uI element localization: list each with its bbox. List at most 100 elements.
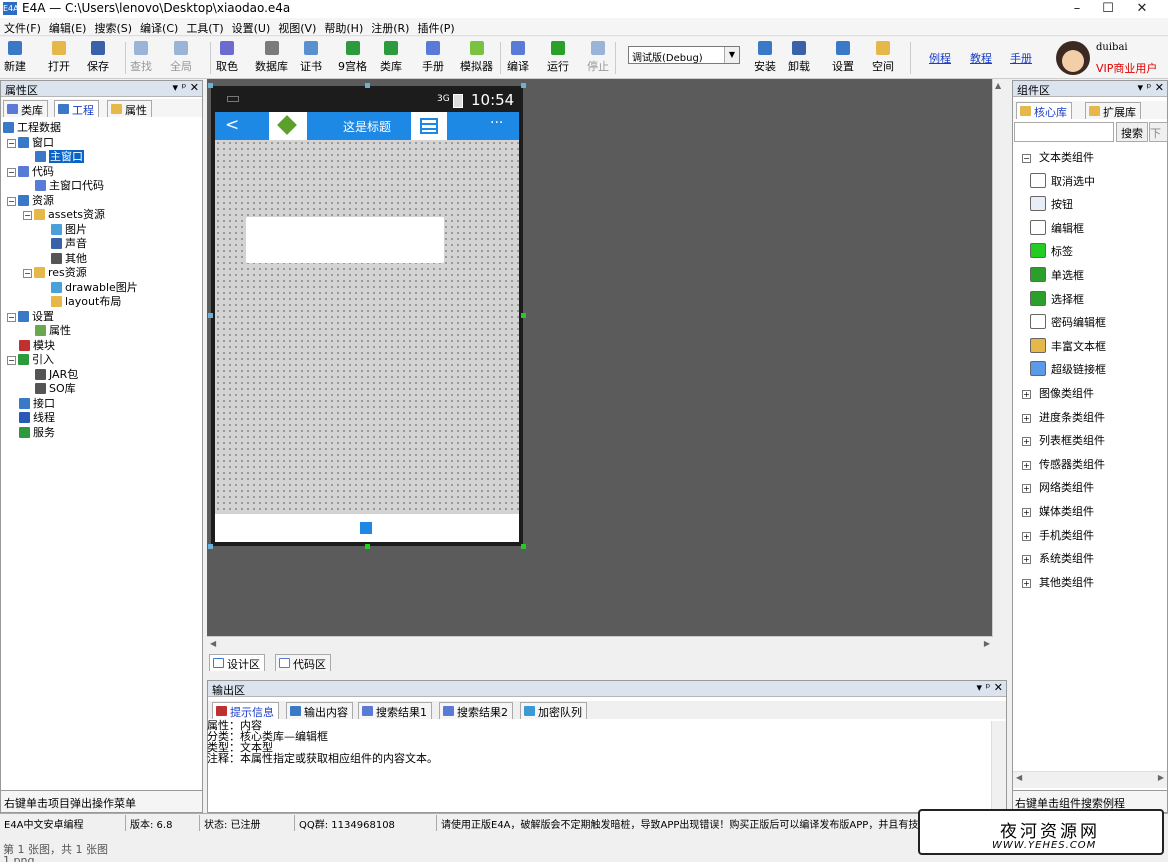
menu-item[interactable]: 帮助(H)	[320, 18, 367, 36]
resize-handle[interactable]	[365, 544, 370, 549]
toolbar-button-10[interactable]: 手册	[422, 40, 444, 76]
chevron-right-icon[interactable]: ▶	[984, 639, 990, 648]
component-group[interactable]: + 网络类组件	[1022, 476, 1094, 496]
component-group[interactable]: + 媒体类组件	[1022, 500, 1094, 520]
menu-item[interactable]: 工具(T)	[182, 18, 227, 36]
panel-controls[interactable]: ▾ ᵖ ✕	[173, 81, 199, 94]
tree-item[interactable]: − res资源	[23, 266, 87, 280]
expand-toggle-icon[interactable]: +	[1022, 578, 1031, 588]
component-group[interactable]: + 图像类组件	[1022, 382, 1094, 402]
tree-item[interactable]: − 引入	[7, 353, 54, 367]
tree-item[interactable]: − 代码	[7, 165, 54, 179]
chevron-left-icon[interactable]: ◀	[1016, 773, 1022, 782]
expand-toggle-icon[interactable]: +	[1022, 508, 1031, 517]
back-arrow-icon[interactable]: <	[225, 115, 239, 135]
component-group[interactable]: + 进度条类组件	[1022, 406, 1105, 426]
toolbar-button-3[interactable]: 查找	[130, 40, 152, 76]
resize-handle[interactable]	[208, 544, 213, 549]
expand-toggle-icon[interactable]: −	[7, 196, 16, 206]
component-item[interactable]: 超级链接框	[1030, 358, 1106, 378]
toolbar-button-15[interactable]: 安装	[754, 40, 776, 76]
tab-properties[interactable]: 属性	[107, 100, 152, 117]
more-icon[interactable]: ···	[490, 115, 503, 131]
toolbar-button-5[interactable]: 取色	[216, 40, 238, 76]
component-item[interactable]: 标签	[1030, 240, 1073, 260]
toolbar-button-11[interactable]: 模拟器	[460, 40, 493, 76]
expand-toggle-icon[interactable]: −	[7, 312, 16, 322]
tree-item[interactable]: 线程	[19, 411, 55, 425]
tab-output-content[interactable]: 输出内容	[286, 702, 353, 719]
menu-item[interactable]: 设置(U)	[228, 18, 275, 36]
component-item[interactable]: 密码编辑框	[1030, 311, 1106, 331]
search-button[interactable]: 搜索	[1116, 122, 1148, 142]
chevron-down-icon[interactable]: ▼	[724, 47, 739, 63]
tab-design[interactable]: 设计区	[209, 654, 265, 671]
resize-handle[interactable]	[208, 313, 213, 318]
expand-toggle-icon[interactable]: −	[7, 167, 16, 177]
menu-item[interactable]: 编译(C)	[136, 18, 182, 36]
expand-toggle-icon[interactable]: +	[1022, 555, 1031, 565]
component-group[interactable]: + 系统类组件	[1022, 547, 1094, 567]
tree-item[interactable]: 图片	[51, 223, 87, 237]
menu-item[interactable]: 编辑(E)	[45, 18, 91, 36]
toolbar-button-6[interactable]: 数据库	[255, 40, 288, 76]
link-tutorials[interactable]: 教程	[970, 50, 992, 66]
toolbar-button-9[interactable]: 类库	[380, 40, 402, 76]
avatar[interactable]	[1056, 41, 1090, 75]
resize-handle[interactable]	[521, 83, 526, 88]
panel-controls[interactable]: ▾ ᵖ ✕	[977, 681, 1003, 694]
menu-item[interactable]: 搜索(S)	[90, 18, 136, 36]
list-menu-icon[interactable]	[411, 112, 447, 140]
toolbar-button-8[interactable]: 9宫格	[338, 40, 367, 76]
resize-handle[interactable]	[521, 544, 526, 549]
component-group[interactable]: + 其他类组件	[1022, 571, 1094, 591]
resize-handle[interactable]	[365, 83, 370, 88]
menu-item[interactable]: 插件(P)	[413, 18, 458, 36]
tree-item[interactable]: 服务	[19, 426, 55, 440]
grid-app-icon[interactable]	[359, 521, 373, 535]
component-group[interactable]: + 手机类组件	[1022, 524, 1094, 544]
toolbar-button-13[interactable]: 运行	[547, 40, 569, 76]
component-group[interactable]: − 文本类组件	[1022, 146, 1094, 166]
tab-encrypt-queue[interactable]: 加密队列	[520, 702, 587, 719]
tree-item[interactable]: layout布局	[51, 295, 121, 309]
expand-toggle-icon[interactable]: −	[1022, 154, 1031, 163]
toolbar-button-18[interactable]: 空间	[872, 40, 894, 76]
panel-controls[interactable]: ▾ ᵖ ✕	[1138, 81, 1164, 94]
tab-class-library[interactable]: 类库	[3, 100, 48, 117]
tree-item[interactable]: − assets资源	[23, 208, 105, 222]
tab-project[interactable]: 工程	[54, 100, 99, 117]
tree-item[interactable]: 属性	[35, 324, 71, 338]
component-group[interactable]: + 列表框类组件	[1022, 429, 1105, 449]
toolbar-button-17[interactable]: 设置	[832, 40, 854, 76]
resize-handle[interactable]	[521, 313, 526, 318]
tree-item[interactable]: − 设置	[7, 310, 54, 324]
toolbar-button-7[interactable]: 证书	[300, 40, 322, 76]
menu-item[interactable]: 注册(R)	[367, 18, 413, 36]
tree-item[interactable]: 声音	[51, 237, 87, 251]
tree-item[interactable]: 接口	[19, 397, 55, 411]
component-item[interactable]: 单选框	[1030, 264, 1084, 284]
design-hscrollbar[interactable]: ◀ ▶	[207, 636, 993, 653]
tab-hint-info[interactable]: 提示信息	[212, 702, 279, 719]
toolbar-button-16[interactable]: 卸载	[788, 40, 810, 76]
expand-toggle-icon[interactable]: −	[23, 211, 32, 220]
expand-toggle-icon[interactable]: −	[7, 138, 16, 148]
tree-item[interactable]: 主窗口	[35, 150, 84, 164]
tab-search-result-2[interactable]: 搜索结果2	[439, 702, 513, 719]
tree-item[interactable]: 模块	[19, 339, 55, 353]
chevron-up-icon[interactable]: ▲	[995, 81, 1001, 90]
expand-toggle-icon[interactable]: +	[1022, 484, 1031, 494]
next-button[interactable]: 下个	[1149, 122, 1168, 142]
resize-handle[interactable]	[208, 83, 213, 88]
expand-toggle-icon[interactable]: −	[7, 356, 16, 365]
close-button[interactable]: ✕	[1124, 0, 1160, 18]
output-vscrollbar[interactable]	[991, 721, 1006, 812]
phone-title-bar[interactable]: < 这是标题 ···	[215, 112, 519, 140]
toolbar-button-2[interactable]: 保存	[87, 40, 109, 76]
link-manual[interactable]: 手册	[1010, 50, 1032, 66]
edit-box-component[interactable]	[246, 217, 444, 263]
component-item[interactable]: 编辑框	[1030, 217, 1084, 237]
tree-item[interactable]: SO库	[35, 382, 76, 396]
toolbar-button-14[interactable]: 停止	[587, 40, 609, 76]
